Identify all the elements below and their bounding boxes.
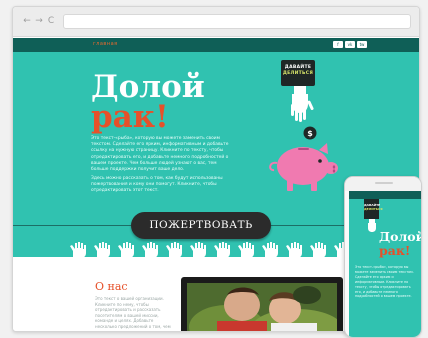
hero-paragraph-2: Здесь можно рассказать о том, как будут … bbox=[91, 176, 223, 194]
give-sign: ДАВАЙТЕ ДЕЛИТЬСЯ bbox=[281, 60, 315, 86]
hero-paragraph: Это текст-«рыба», которую вы можете заме… bbox=[91, 136, 229, 173]
phone-give-sign-line2: ДЕЛИТЬСЯ bbox=[364, 207, 383, 211]
give-sign-line2: ДЕЛИТЬСЯ bbox=[282, 71, 314, 76]
phone-speaker bbox=[375, 182, 393, 184]
forward-arrow-icon[interactable]: → bbox=[34, 16, 44, 26]
phone-hand-icon bbox=[368, 219, 376, 232]
svg-text:$: $ bbox=[307, 129, 313, 138]
address-bar[interactable] bbox=[63, 14, 411, 29]
donate-button[interactable]: ПОЖЕРТВОВАТЬ bbox=[131, 212, 271, 239]
back-arrow-icon[interactable]: ← bbox=[22, 16, 32, 26]
phone-give-sign: ДАВАЙТЕ ДЕЛИТЬСЯ bbox=[364, 199, 383, 219]
laptop-photo bbox=[181, 277, 343, 331]
twitter-icon[interactable]: tw bbox=[357, 41, 367, 48]
phone-mockup: ДАВАЙТЕ ДЕЛИТЬСЯ Долой рак! Это текст-«р… bbox=[344, 176, 422, 338]
phone-header bbox=[349, 191, 421, 199]
phone-screen: ДАВАЙТЕ ДЕЛИТЬСЯ Долой рак! Это текст-«р… bbox=[349, 191, 421, 337]
site-header: главная f vk tw bbox=[13, 38, 419, 52]
browser-toolbar: ← → C bbox=[13, 7, 419, 37]
reload-icon[interactable]: C bbox=[46, 16, 56, 26]
social-links: f vk tw bbox=[333, 41, 367, 48]
divider-left bbox=[13, 225, 131, 226]
piggy-bank-icon bbox=[269, 143, 338, 191]
site-logo[interactable]: главная bbox=[93, 41, 118, 47]
phone-paragraph: Это текст-«рыба», которую вы можете заме… bbox=[355, 265, 414, 299]
hand-icon bbox=[291, 86, 314, 122]
about-paragraph: Это текст о вашей организации. Кликните … bbox=[95, 296, 171, 331]
phone-title-line2: рак! bbox=[379, 243, 411, 258]
people-photo bbox=[187, 283, 337, 331]
vk-icon[interactable]: vk bbox=[345, 41, 355, 48]
about-title: О нас bbox=[95, 280, 128, 293]
facebook-icon[interactable]: f bbox=[333, 41, 343, 48]
phone-title-line1: Долой bbox=[379, 229, 421, 244]
hero-title-line2: рак! bbox=[91, 99, 169, 135]
phone-top-bezel bbox=[345, 177, 421, 191]
